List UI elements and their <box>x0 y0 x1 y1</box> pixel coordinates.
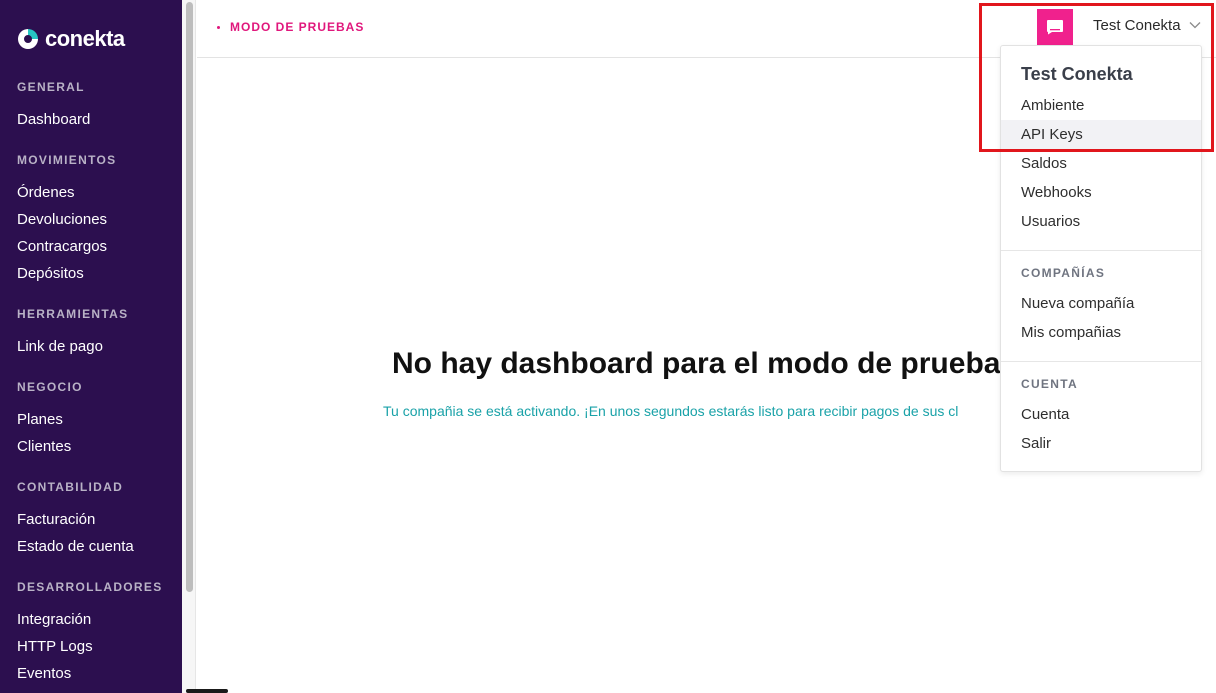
menu-divider <box>1001 250 1201 251</box>
sidebar-item-link-de-pago[interactable]: Link de pago <box>17 333 128 360</box>
test-mode-label: MODO DE PRUEBAS <box>230 20 365 34</box>
account-dropdown-menu: Test Conekta Ambiente API Keys Saldos We… <box>1000 45 1202 472</box>
nav-section-herramientas: HERRAMIENTAS Link de pago <box>17 307 128 360</box>
sidebar-item-planes[interactable]: Planes <box>17 406 83 433</box>
sidebar-item-http-logs[interactable]: HTTP Logs <box>17 633 163 660</box>
nav-section-movimientos: MOVIMIENTOS Órdenes Devoluciones Contrac… <box>17 153 116 287</box>
sidebar-item-ordenes[interactable]: Órdenes <box>17 179 116 206</box>
menu-item-saldos[interactable]: Saldos <box>1001 149 1201 178</box>
nav-heading: MOVIMIENTOS <box>17 153 117 167</box>
nav-heading: DESARROLLADORES <box>17 580 163 594</box>
activation-message: Tu compañia se está activando. ¡En unos … <box>383 403 959 419</box>
menu-heading-companias: COMPAÑÍAS <box>1021 266 1106 280</box>
sidebar: conekta GENERAL Dashboard MOVIMIENTOS Ór… <box>0 0 182 693</box>
conekta-logo-icon <box>18 29 38 49</box>
nav-section-desarrolladores: DESARROLLADORES Integración HTTP Logs Ev… <box>17 580 163 687</box>
menu-item-api-keys[interactable]: API Keys <box>1001 120 1201 149</box>
mode-dot-icon <box>217 25 220 29</box>
horizontal-scrollbar-thumb[interactable] <box>186 689 228 693</box>
nav-section-contabilidad: CONTABILIDAD Facturación Estado de cuent… <box>17 480 134 560</box>
sidebar-scrollbar-thumb[interactable] <box>186 2 193 592</box>
sidebar-item-eventos[interactable]: Eventos <box>17 660 163 687</box>
dropdown-company-title: Test Conekta <box>1021 64 1133 84</box>
sidebar-item-dashboard[interactable]: Dashboard <box>17 106 90 133</box>
sidebar-item-contracargos[interactable]: Contracargos <box>17 233 116 260</box>
menu-item-ambiente[interactable]: Ambiente <box>1001 91 1201 120</box>
chevron-down-icon[interactable] <box>1189 21 1201 29</box>
page-title: No hay dashboard para el modo de prueba <box>392 347 1001 380</box>
sidebar-item-integracion[interactable]: Integración <box>17 606 163 633</box>
menu-item-cuenta[interactable]: Cuenta <box>1001 400 1201 429</box>
menu-divider <box>1001 361 1201 362</box>
nav-heading: HERRAMIENTAS <box>17 307 129 321</box>
menu-item-mis-companias[interactable]: Mis compañias <box>1001 318 1201 347</box>
menu-heading-cuenta: CUENTA <box>1021 377 1078 391</box>
menu-item-salir[interactable]: Salir <box>1001 429 1201 458</box>
menu-item-usuarios[interactable]: Usuarios <box>1001 207 1201 236</box>
chat-bubble-icon <box>1047 20 1063 35</box>
sidebar-item-depositos[interactable]: Depósitos <box>17 260 116 287</box>
account-avatar[interactable] <box>1037 9 1073 45</box>
test-mode-indicator: MODO DE PRUEBAS <box>217 20 364 34</box>
nav-section-general: GENERAL Dashboard <box>17 80 90 133</box>
account-menu-toggle[interactable]: Test Conekta <box>1093 17 1181 34</box>
brand-name: conekta <box>45 26 125 51</box>
sidebar-item-estado-de-cuenta[interactable]: Estado de cuenta <box>17 533 134 560</box>
nav-heading: GENERAL <box>17 80 85 94</box>
sidebar-item-facturacion[interactable]: Facturación <box>17 506 134 533</box>
menu-item-nueva-compania[interactable]: Nueva compañía <box>1001 289 1201 318</box>
sidebar-item-clientes[interactable]: Clientes <box>17 433 83 460</box>
nav-heading: CONTABILIDAD <box>17 480 124 494</box>
sidebar-item-devoluciones[interactable]: Devoluciones <box>17 206 116 233</box>
nav-heading: NEGOCIO <box>17 380 83 394</box>
conekta-logo[interactable]: conekta <box>17 26 125 52</box>
nav-section-negocio: NEGOCIO Planes Clientes <box>17 380 83 460</box>
menu-item-webhooks[interactable]: Webhooks <box>1001 178 1201 207</box>
